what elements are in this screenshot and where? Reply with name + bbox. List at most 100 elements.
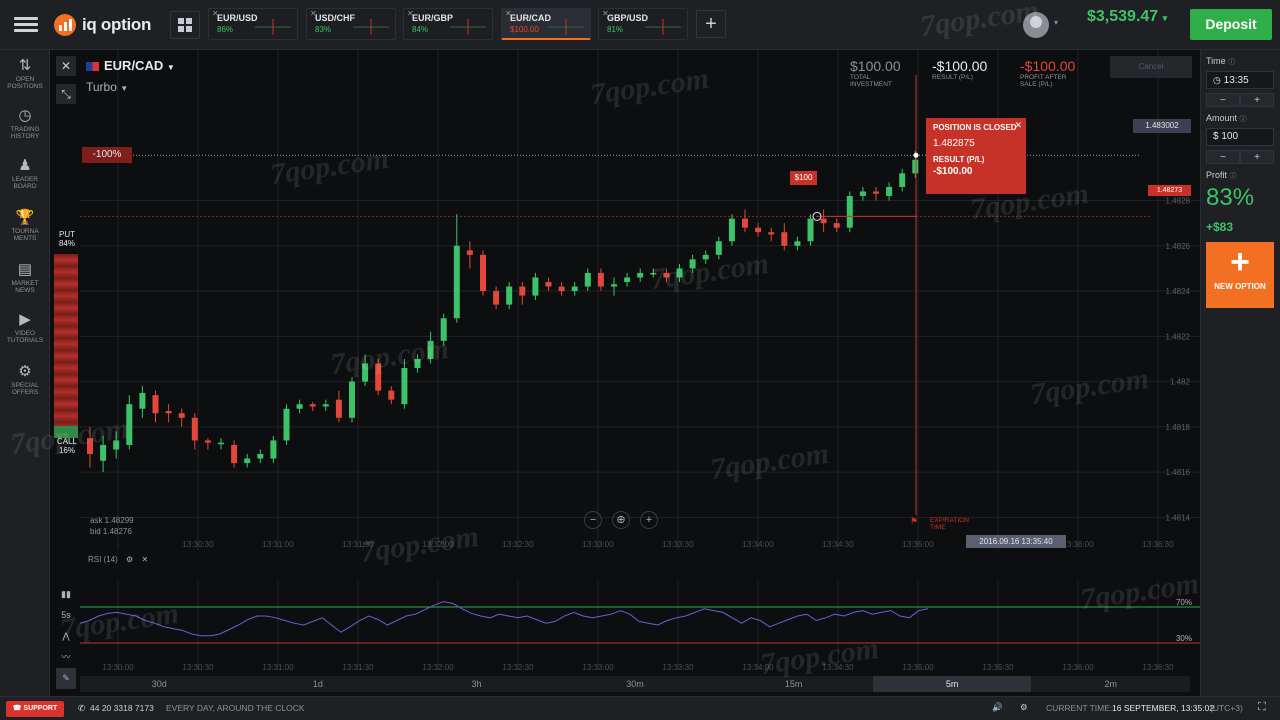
nav-item-trading-history[interactable]: ◷ TRADING HISTORY (0, 106, 50, 140)
x-tick-label: 13:34:30 (822, 540, 854, 549)
close-icon[interactable]: ✕ (505, 9, 512, 18)
chevron-down-icon[interactable]: ▾ (1054, 18, 1058, 27)
amount-stepper: − + (1206, 150, 1274, 164)
quote-box: ask 1.48299 bid 1.48276 (90, 515, 134, 537)
cancel-button[interactable]: Cancel (1110, 56, 1192, 78)
volume-icon[interactable]: 🔊 (992, 702, 1003, 713)
center-chart-button[interactable]: ⊕ (612, 511, 630, 529)
candle-body (466, 250, 473, 255)
new-option-button[interactable]: + NEW OPTION (1206, 242, 1274, 308)
y-tick-label: 1.4822 (1166, 332, 1191, 341)
amount-field[interactable]: $ 100 (1206, 128, 1274, 146)
zoom-in-button[interactable]: + (640, 511, 658, 529)
candle-body (899, 173, 906, 187)
pencil-icon[interactable]: ✎ (56, 668, 76, 689)
history-icon: ◷ (18, 107, 32, 124)
assets-grid-button[interactable] (170, 11, 200, 39)
nav-item-video-tutorials[interactable]: ▶ VIDEO TUTORIALS (0, 310, 50, 344)
asset-tab-eur-cad[interactable]: ✕ EUR/CAD $100.00 (501, 8, 591, 40)
timezone: (UTC+3) (1210, 703, 1243, 713)
candle-body (820, 218, 827, 224)
timeframe-3h[interactable]: 3h (397, 676, 556, 692)
gear-icon[interactable]: ⚙ (1020, 702, 1028, 713)
info-icon[interactable]: ⓘ (1228, 59, 1235, 66)
y-tick-label: 1.4818 (1166, 423, 1191, 432)
timeframe-30d[interactable]: 30d (80, 676, 239, 692)
chevron-down-icon: ▼ (120, 84, 129, 93)
timeframe-30m[interactable]: 30m (556, 676, 715, 692)
nav-item-tourna-ments[interactable]: 🏆 TOURNA MENTS (0, 208, 50, 242)
close-icon[interactable]: ✕ (1014, 120, 1022, 131)
menu-icon[interactable] (14, 14, 38, 36)
phone-number[interactable]: 44 20 3318 7173 (90, 703, 154, 713)
x-tick-label: 13:31:30 (342, 540, 374, 549)
time-field[interactable]: ◷ 13:35 (1206, 71, 1274, 89)
current-time: 16 SEPTEMBER, 13:35:02 (1112, 703, 1215, 713)
amount-minus-button[interactable]: − (1206, 150, 1240, 164)
rsi-x-tick-label: 13:30:00 (102, 663, 134, 672)
close-icon[interactable]: ✕ (56, 56, 76, 76)
rsi-x-tick-label: 13:34:00 (742, 663, 774, 672)
close-icon[interactable]: ✕ (141, 555, 148, 564)
info-icon[interactable]: ⓘ (1240, 116, 1247, 123)
avatar[interactable] (1023, 12, 1049, 38)
candle-body (270, 440, 277, 459)
position-closed-popup[interactable]: POSITION IS CLOSED 1.482875 RESULT (P/L)… (926, 118, 1026, 194)
chart-area[interactable]: 1.4828 1.4826 1.4824 1.4822 1.482 1.4818 1.481… (50, 50, 1200, 696)
asset-tab-eur-gbp[interactable]: ✕ EUR/GBP 84% (403, 8, 493, 40)
indicator-icon[interactable]: ⋀ (56, 626, 76, 647)
chart-type-icon[interactable]: ▮▮ (56, 584, 76, 605)
flag-icon (86, 62, 99, 72)
rsi-label: RSI (14) (88, 555, 118, 564)
nav-item-leader-board[interactable]: ♟ LEADER BOARD (0, 156, 50, 190)
asset-tab-gbp-usd[interactable]: ✕ GBP/USD 81% (598, 8, 688, 40)
timeframe-1d[interactable]: 1d (239, 676, 398, 692)
candle-body (322, 404, 329, 407)
close-icon[interactable]: ✕ (407, 9, 414, 18)
price-chart[interactable]: 1.4828 1.4826 1.4824 1.4822 1.482 1.4818 1.481… (50, 50, 1200, 696)
time-minus-button[interactable]: − (1206, 93, 1240, 107)
zoom-out-button[interactable]: − (584, 511, 602, 529)
fullscreen-icon[interactable]: ⛶ (1258, 701, 1266, 714)
asset-tab-eur-usd[interactable]: ✕ EUR/USD 86% (208, 8, 298, 40)
close-icon[interactable]: ✕ (212, 9, 219, 18)
rsi-x-tick-label: 13:35:30 (982, 663, 1014, 672)
nav-item-special-offers[interactable]: ⚙ SPECIAL OFFERS (0, 362, 50, 396)
profit-after-sale: -$100.00 PROFIT AFTER SALE (P/L) (1020, 58, 1076, 88)
period-button[interactable]: 5s (56, 605, 76, 626)
candle-body (571, 286, 578, 292)
plus-icon: + (1230, 243, 1250, 281)
candle-body (532, 277, 539, 296)
deposit-button[interactable]: Deposit (1190, 9, 1272, 40)
timeframe-2m[interactable]: 2m (1031, 676, 1190, 692)
support-button[interactable]: ☎ SUPPORT (6, 701, 64, 717)
timeframe-15m[interactable]: 15m (714, 676, 873, 692)
sparkline (450, 19, 486, 35)
candle-body (388, 390, 395, 400)
line-icon[interactable]: 〰 (56, 647, 76, 668)
time-label: Time ⓘ (1206, 56, 1235, 67)
candle-body (362, 363, 369, 382)
asset-tab-usd-chf[interactable]: ✕ USD/CHF 83% (306, 8, 396, 40)
candle-body (87, 438, 93, 454)
candle-body (558, 286, 565, 292)
nav-item-market-news[interactable]: ▤ MARKET NEWS (0, 260, 50, 294)
gear-icon[interactable]: ⚙ (126, 555, 133, 564)
leaderboard-icon: ♟ (18, 157, 32, 174)
add-asset-button[interactable]: + (696, 10, 726, 38)
close-icon[interactable]: ✕ (310, 9, 317, 18)
collapse-icon[interactable]: ⤡ (56, 84, 76, 104)
nav-label: LEADER BOARD (11, 176, 38, 190)
account-balance[interactable]: $3,539.47 ▾ (1087, 8, 1167, 26)
timeframe-5m[interactable]: 5m (872, 676, 1032, 692)
time-plus-button[interactable]: + (1240, 93, 1274, 107)
popup-result: -$100.00 (933, 166, 973, 177)
info-icon[interactable]: ⓘ (1230, 173, 1237, 180)
x-tick-label: 13:32:30 (502, 540, 534, 549)
amount-plus-button[interactable]: + (1240, 150, 1274, 164)
nav-item-open-positions[interactable]: ⇅ OPEN POSITIONS (0, 56, 50, 90)
mode-selector[interactable]: Turbo ▼ (86, 80, 128, 94)
current-time-label: CURRENT TIME: (1046, 703, 1113, 713)
close-icon[interactable]: ✕ (602, 9, 609, 18)
asset-selector[interactable]: EUR/CAD ▼ (86, 58, 175, 73)
